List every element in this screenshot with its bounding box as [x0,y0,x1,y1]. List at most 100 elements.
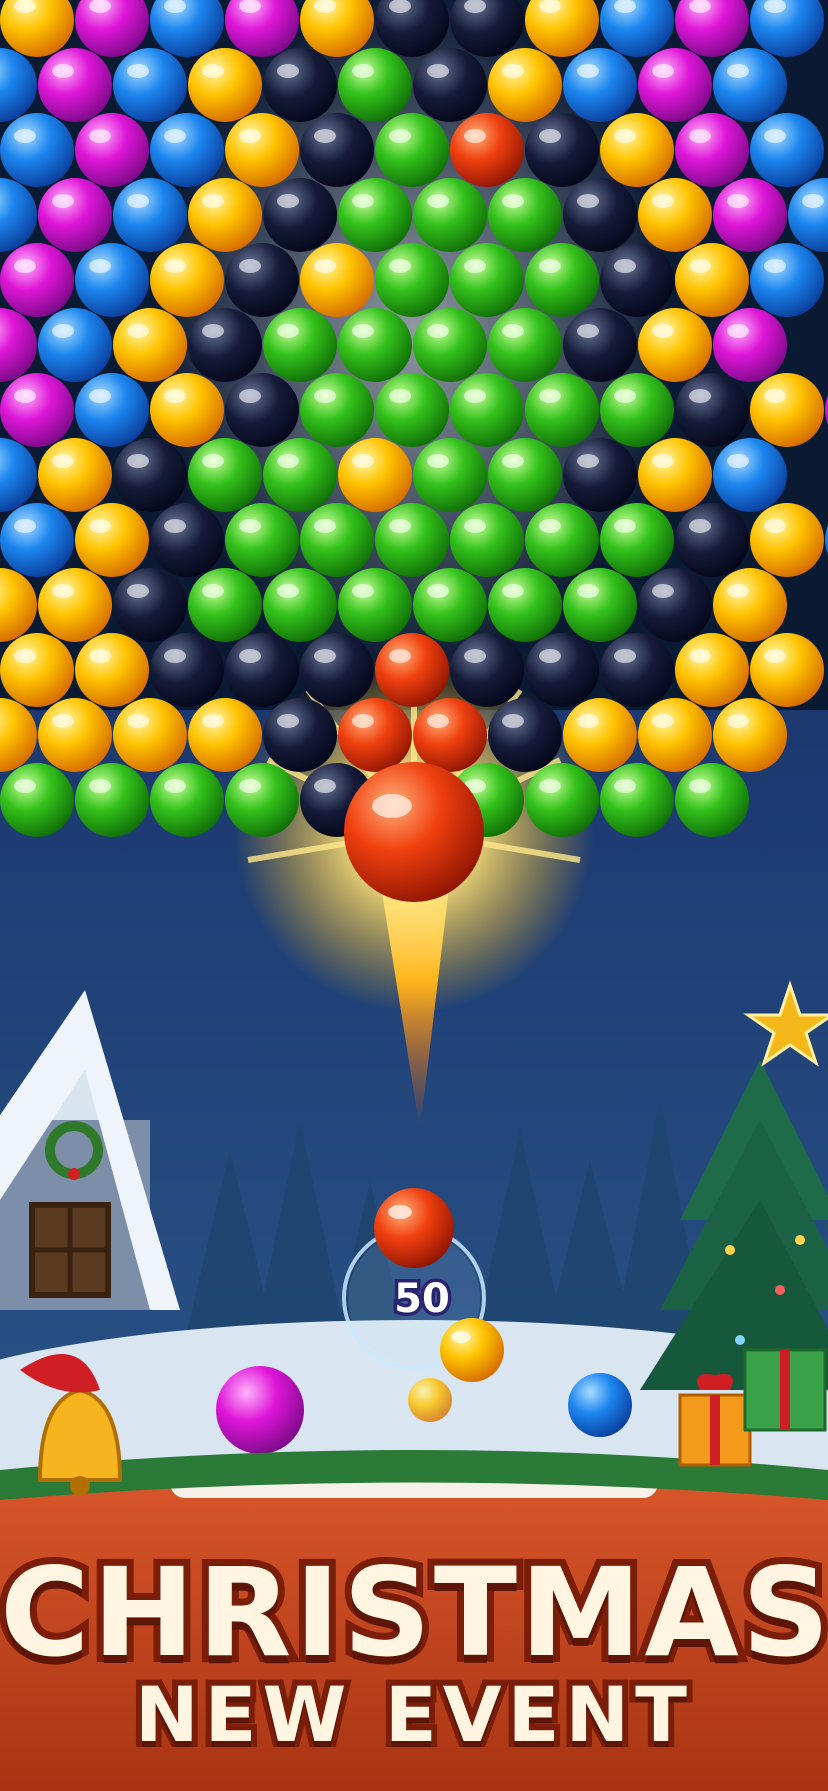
bubble-highlight [727,584,749,598]
bubble-highlight [427,324,449,338]
bubble-green [450,503,524,577]
bubble-highlight [502,64,524,78]
bubble-green [375,243,449,317]
bubble-green [488,178,562,252]
bubble-green [525,503,599,577]
bubble-highlight [764,129,786,143]
bubble-highlight [389,129,411,143]
bubble-green [338,568,412,642]
bubble-highlight [464,519,486,533]
bubble-highlight [539,129,561,143]
bubble-highlight [127,584,149,598]
bubble-highlight [577,714,599,728]
bubble-yellow [225,113,299,187]
bubble-yellow [75,633,149,707]
bubble-highlight [277,324,299,338]
bubble-yellow [300,243,374,317]
bubble-highlight [277,454,299,468]
bubble-black [413,48,487,122]
bubble-highlight [539,389,561,403]
event-subtitle: NEW EVENT [129,1664,693,1765]
bubble-highlight [52,194,74,208]
bubble-green [263,308,337,382]
bubble-highlight [464,649,486,663]
bubble-highlight [277,64,299,78]
bubble-green [488,308,562,382]
bubble-highlight [427,194,449,208]
bubble-magenta [675,113,749,187]
bubble-highlight [539,519,561,533]
bubble-blue [150,113,224,187]
bubble-blue [38,308,112,382]
bubble-highlight [277,194,299,208]
bubble-highlight [464,259,486,273]
bubble-blue [563,48,637,122]
bubble-yellow [338,438,412,512]
bubble-highlight [164,129,186,143]
bubble-blue [75,243,149,317]
bubble-highlight [464,389,486,403]
bubble-black [563,438,637,512]
bubble-highlight [202,64,224,78]
bubble-yellow [750,503,824,577]
bubble-magenta [38,178,112,252]
bubble-yellow [38,568,112,642]
bubble-yellow [188,178,262,252]
bubble-magenta [713,178,787,252]
bubble-highlight [539,649,561,663]
bubble-highlight [164,519,186,533]
bubble-black [638,568,712,642]
bubble-highlight [314,389,336,403]
bubble-highlight [239,259,261,273]
bubble-green [375,503,449,577]
bubble-black [600,243,674,317]
bubble-yellow [188,48,262,122]
bubble-blue [750,113,824,187]
bubble-black [300,633,374,707]
bubble-highlight [239,779,261,793]
bubble-highlight [577,64,599,78]
bubble-black [525,113,599,187]
bubble-highlight [502,584,524,598]
bubble-black [113,568,187,642]
bubble-yellow [638,178,712,252]
bubble-yellow [638,308,712,382]
bubble-highlight [539,779,561,793]
bubble-red [338,698,412,772]
bubble-magenta [38,48,112,122]
bubble-highlight [389,649,411,663]
bubble-highlight [164,779,186,793]
bubble-black [450,633,524,707]
bubble-yellow [638,438,712,512]
bubble-highlight [689,779,711,793]
bubble-highlight [164,389,186,403]
bubble-black [150,503,224,577]
bubble-yellow [38,438,112,512]
bubble-highlight [427,454,449,468]
bubble-highlight [577,324,599,338]
bubble-highlight [502,454,524,468]
bubble-yellow [750,373,824,447]
bubble-green [225,503,299,577]
next-bubble[interactable] [440,1318,504,1382]
bubble-yellow [713,568,787,642]
bubble-green [338,178,412,252]
bubble-highlight [614,129,636,143]
bubble-highlight [127,64,149,78]
bubble-green [413,178,487,252]
bubble-green [75,763,149,837]
bubble-green [600,373,674,447]
bubble-highlight [89,129,111,143]
current-bubble[interactable] [374,1188,454,1268]
bubble-highlight [352,454,374,468]
bubble-yellow [488,48,562,122]
bubble-highlight [652,64,674,78]
bubble-yellow [675,633,749,707]
bubble-highlight [652,584,674,598]
bubble-black [525,633,599,707]
bubble-green [0,763,74,837]
bubble-yellow [563,698,637,772]
bubble-highlight [127,714,149,728]
bubble-green [375,113,449,187]
bubble-yellow [38,698,112,772]
